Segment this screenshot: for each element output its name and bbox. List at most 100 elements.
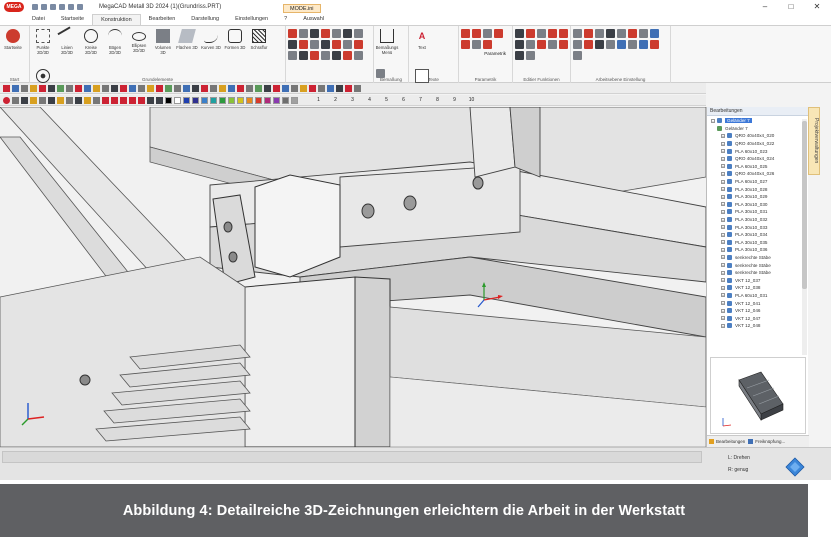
toolbar-icon[interactable] xyxy=(156,96,163,104)
expand-icon[interactable]: + xyxy=(721,149,725,154)
tab-auswahl[interactable]: Auswahl xyxy=(295,14,332,25)
color-swatch[interactable] xyxy=(237,96,244,104)
expand-icon[interactable]: + xyxy=(721,293,725,298)
toolbar-icon[interactable] xyxy=(93,84,100,92)
toolbar-icon[interactable] xyxy=(282,84,289,92)
workplane-icon[interactable] xyxy=(606,29,615,38)
toolbar-icon[interactable] xyxy=(12,84,19,92)
color-swatch[interactable] xyxy=(183,96,190,104)
text-button[interactable]: A Text xyxy=(411,29,433,67)
tree-root-item[interactable]: − Geländer 7 xyxy=(707,117,808,125)
layer-3[interactable]: 3 xyxy=(344,97,361,103)
schraffur-button[interactable]: Schraffur xyxy=(248,29,270,67)
tree-item[interactable]: + QRO 40x40x4_026 xyxy=(707,170,808,178)
tree-item[interactable]: + PLA 60x10_025 xyxy=(707,163,808,171)
toolbar-icon[interactable] xyxy=(39,84,46,92)
toolbar-icon[interactable] xyxy=(129,84,136,92)
tool-icon[interactable] xyxy=(310,29,319,38)
expand-icon[interactable]: + xyxy=(721,171,725,176)
layer-8[interactable]: 8 xyxy=(429,97,446,103)
workplane-icon[interactable] xyxy=(606,40,615,49)
toolbar-icon[interactable] xyxy=(210,84,217,92)
param-icon[interactable] xyxy=(461,29,470,38)
3d-viewport[interactable] xyxy=(0,107,706,447)
color-swatch[interactable] xyxy=(282,96,289,104)
toolbar-icon[interactable] xyxy=(111,96,118,104)
param-icon[interactable] xyxy=(461,40,470,49)
edit-icon[interactable] xyxy=(515,51,524,60)
param-icon[interactable] xyxy=(472,40,481,49)
expand-icon[interactable]: + xyxy=(721,209,725,214)
expand-icon[interactable]: + xyxy=(721,270,725,275)
toolbar-icon[interactable] xyxy=(327,84,334,92)
toolbar-icon[interactable] xyxy=(264,84,271,92)
toolbar-icon[interactable] xyxy=(237,84,244,92)
command-line[interactable] xyxy=(2,451,702,463)
toolbar-icon[interactable] xyxy=(57,96,64,104)
tree-item[interactable]: + QRO 40x40x4_020 xyxy=(707,132,808,140)
toolbar-icon[interactable] xyxy=(66,84,73,92)
tool-icon[interactable] xyxy=(332,51,341,60)
toolbar-icon[interactable] xyxy=(291,84,298,92)
navigation-cube-icon[interactable] xyxy=(785,457,805,477)
undo-icon[interactable] xyxy=(68,4,74,10)
edit-icon[interactable] xyxy=(526,51,535,60)
color-swatch[interactable] xyxy=(246,96,253,104)
edit-icon[interactable] xyxy=(548,29,557,38)
grid-icon[interactable] xyxy=(617,29,626,38)
tree-item[interactable]: + PLA 60x10_023 xyxy=(707,147,808,155)
expand-icon[interactable]: + xyxy=(721,323,725,328)
toolbar-icon[interactable] xyxy=(30,84,37,92)
expand-icon[interactable]: + xyxy=(721,225,725,230)
expand-icon[interactable]: + xyxy=(721,255,725,260)
tool-icon[interactable] xyxy=(354,29,363,38)
tree-item[interactable]: + senkrechte Stäbe xyxy=(707,261,808,269)
tool-icon[interactable] xyxy=(321,29,330,38)
workplane-icon[interactable] xyxy=(573,40,582,49)
layer-5[interactable]: 5 xyxy=(378,97,395,103)
tool-icon[interactable] xyxy=(354,51,363,60)
toolbar-icon[interactable] xyxy=(48,96,55,104)
tree-item[interactable]: + senkrechte Stäbe xyxy=(707,269,808,277)
workplane-icon[interactable] xyxy=(617,40,626,49)
layer-10[interactable]: 10 xyxy=(463,97,480,103)
tree-scroll-thumb[interactable] xyxy=(802,121,807,289)
tool-icon[interactable] xyxy=(288,40,297,49)
toolbar-icon[interactable] xyxy=(129,96,136,104)
workplane-icon[interactable] xyxy=(639,40,648,49)
workplane-icon[interactable] xyxy=(584,29,593,38)
toolbar-icon[interactable] xyxy=(246,84,253,92)
toolbar-icon[interactable] xyxy=(273,84,280,92)
toolbar-icon[interactable] xyxy=(228,84,235,92)
tab-darstellung[interactable]: Darstellung xyxy=(183,14,227,25)
expand-icon[interactable]: + xyxy=(721,308,725,313)
tree-item[interactable]: + PLA 30x10_034 xyxy=(707,231,808,239)
layer-1[interactable]: 1 xyxy=(310,97,327,103)
toolbar-icon[interactable] xyxy=(93,96,100,104)
param-icon[interactable] xyxy=(494,29,503,38)
edit-icon[interactable] xyxy=(515,29,524,38)
tool-icon[interactable] xyxy=(288,29,297,38)
bemassung-menu-button[interactable]: Bemaßungs Menü xyxy=(376,29,398,67)
expand-icon[interactable]: + xyxy=(721,240,725,245)
ellipsen-button[interactable]: Ellipsen 2D/3D xyxy=(128,29,150,67)
tool-icon[interactable] xyxy=(299,51,308,60)
toolbar-icon[interactable] xyxy=(138,84,145,92)
edit-icon[interactable] xyxy=(548,40,557,49)
layer-9[interactable]: 9 xyxy=(446,97,463,103)
new-file-icon[interactable] xyxy=(32,4,38,10)
toolbar-icon[interactable] xyxy=(183,84,190,92)
toolbar-icon[interactable] xyxy=(300,84,307,92)
workplane-icon[interactable] xyxy=(573,51,582,60)
color-swatch[interactable] xyxy=(165,96,172,104)
tool-icon[interactable] xyxy=(321,51,330,60)
tree-item[interactable]: + VKT 12_037 xyxy=(707,276,808,284)
layer-4[interactable]: 4 xyxy=(361,97,378,103)
toolbar-icon[interactable] xyxy=(102,96,109,104)
tree-scrollbar[interactable] xyxy=(802,119,807,355)
param-icon[interactable] xyxy=(472,29,481,38)
workplane-icon[interactable] xyxy=(628,40,637,49)
tree-item[interactable]: + PLA 30x10_035 xyxy=(707,239,808,247)
toolbar-icon[interactable] xyxy=(309,84,316,92)
tool-icon[interactable] xyxy=(343,29,352,38)
